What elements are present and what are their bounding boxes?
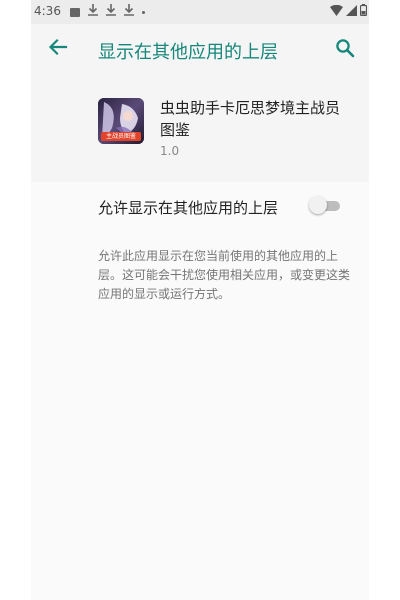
status-bar: 4:36 — [31, 0, 369, 24]
wifi-icon — [330, 4, 343, 19]
overlay-permission-row[interactable]: 允许显示在其他应用的上层 — [31, 182, 369, 230]
image-notification-icon — [70, 7, 80, 17]
overlay-permission-label: 允许显示在其他应用的上层 — [98, 199, 279, 217]
signal-icon — [346, 4, 357, 19]
status-time: 4:36 — [34, 4, 61, 18]
app-icon-badge: 主战员图鉴 — [101, 132, 141, 141]
app-name: 虫虫助手卡厄思梦境主战员图鉴 — [160, 99, 341, 139]
system-icons — [330, 4, 368, 19]
download-icon — [124, 3, 134, 21]
search-button[interactable] — [334, 37, 356, 59]
battery-icon — [359, 4, 368, 19]
notification-icons — [70, 3, 145, 21]
app-header: 主战员图鉴 虫虫助手卡厄思梦境主战员图鉴 1.0 — [31, 76, 369, 182]
search-icon — [336, 39, 355, 58]
download-icon — [106, 3, 116, 21]
app-version: 1.0 — [160, 144, 180, 158]
app-icon: 主战员图鉴 — [98, 98, 144, 144]
arrow-left-icon — [48, 38, 68, 56]
overlay-permission-switch[interactable] — [309, 196, 343, 214]
back-button[interactable] — [46, 35, 70, 59]
phone-screen: 4:36 显示在其他应用的上层 主战员图鉴 虫虫助手卡厄思梦境主战员图鉴 1.0… — [31, 0, 369, 600]
more-notifications-icon — [142, 10, 145, 14]
switch-thumb — [309, 196, 327, 214]
download-icon — [88, 3, 98, 21]
page-title: 显示在其他应用的上层 — [98, 42, 278, 63]
app-bar: 显示在其他应用的上层 — [31, 24, 369, 76]
permission-description: 允许此应用显示在您当前使用的其他应用的上层。这可能会干扰您使用相关应用，或变更这… — [98, 249, 351, 301]
settings-panel: 允许显示在其他应用的上层 允许此应用显示在您当前使用的其他应用的上层。这可能会干… — [31, 182, 369, 600]
